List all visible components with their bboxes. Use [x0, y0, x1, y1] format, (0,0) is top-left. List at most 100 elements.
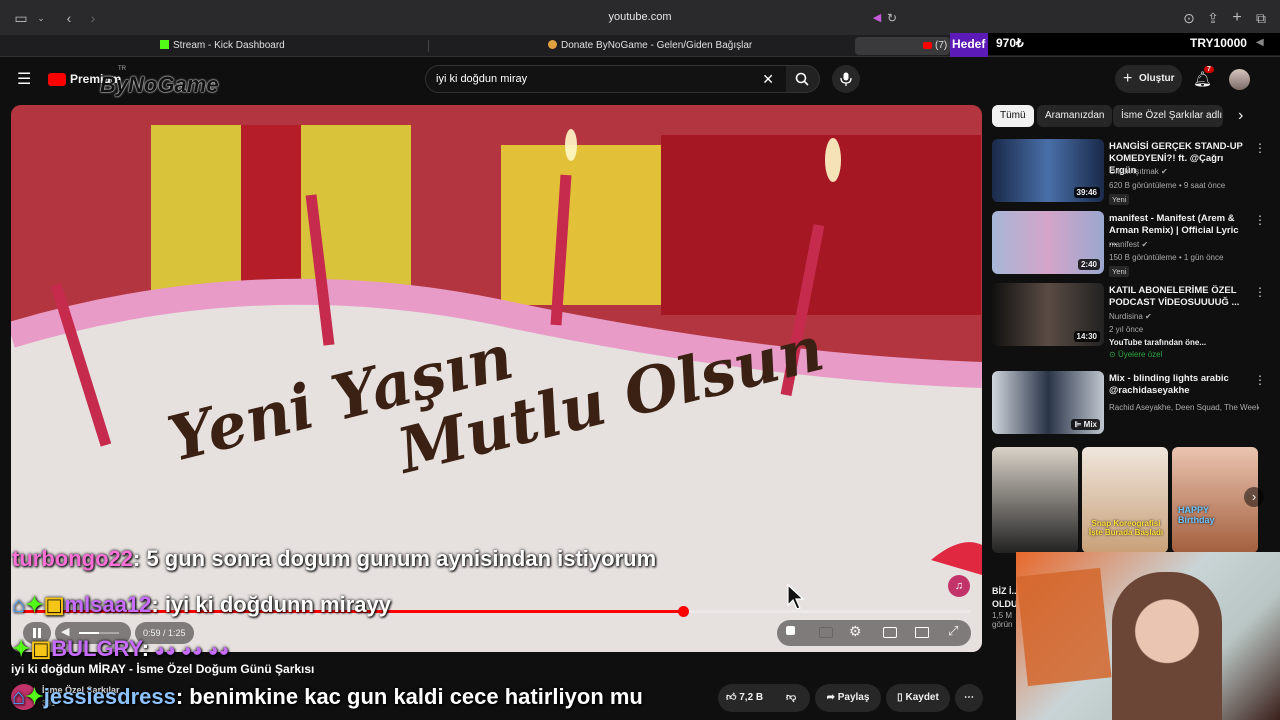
- channel-text: manifest: [1109, 240, 1140, 249]
- save-button[interactable]: ▯ Kaydet: [886, 684, 950, 712]
- dislike-button[interactable]: 👎︎: [786, 684, 796, 712]
- short-item[interactable]: Snap Koreografisi İşte Burada Başladı: [1082, 447, 1168, 553]
- chat-message: ⌂✦▣mlsaa12: iyi ki doğdunn mirayy: [12, 592, 391, 618]
- mix-label: Mix: [1083, 420, 1097, 429]
- badge-text: Üyelere özel: [1117, 350, 1163, 359]
- share-arrow-icon: ➦: [826, 692, 835, 703]
- search-button[interactable]: [786, 65, 820, 93]
- verified-icon: ✔: [1145, 312, 1152, 321]
- video-meta: 150 B görüntüleme • 1 gün önce: [1109, 253, 1224, 262]
- sidebar-toggle-icon[interactable]: ▭: [12, 9, 30, 27]
- channel-name[interactable]: Rachid Aseyakhe, Deen Squad, The Week...: [1109, 403, 1259, 412]
- chat-badges-icon: ✦: [25, 592, 44, 617]
- new-tab-icon[interactable]: +: [1228, 9, 1246, 27]
- chat-badges-icon: ✦: [25, 684, 44, 709]
- menu-icon[interactable]: ☰: [17, 69, 31, 89]
- short-item[interactable]: [992, 447, 1078, 553]
- chip-all[interactable]: Tümü: [992, 105, 1034, 127]
- chat-username: mlsaa12: [64, 592, 152, 617]
- more-options-icon[interactable]: ⋮: [1254, 285, 1266, 299]
- chat-message: ⌂✦jessiesdress: benimkine kac gun kaldi …: [12, 684, 643, 710]
- tab-overview-icon[interactable]: ⧉: [1252, 9, 1270, 27]
- duration-badge: ⊫ Mix: [1071, 419, 1100, 430]
- search-input[interactable]: iyi ki doğdun miray ✕: [425, 65, 787, 93]
- video-thumbnail[interactable]: 39:46: [992, 139, 1104, 202]
- download-icon[interactable]: ⊙: [1180, 9, 1198, 27]
- reload-icon[interactable]: ↻: [883, 9, 901, 27]
- share-button[interactable]: ➦ Paylaş: [815, 684, 881, 712]
- share-icon[interactable]: ⇪: [1204, 9, 1222, 27]
- subtitles-icon[interactable]: [819, 627, 833, 638]
- progress-handle[interactable]: [678, 606, 690, 617]
- settings-gear-icon[interactable]: ⚙: [849, 623, 862, 640]
- tab-kick-dashboard[interactable]: Stream - Kick Dashboard: [160, 37, 285, 55]
- video-title[interactable]: KATIL ABONELERİME ÖZEL PODCAST VİDEOSUUU…: [1109, 285, 1249, 309]
- more-options-icon[interactable]: ⋮: [1254, 213, 1266, 227]
- forward-icon[interactable]: ›: [84, 9, 102, 27]
- autoplay-toggle-icon[interactable]: [786, 626, 795, 635]
- chip-from-search[interactable]: Aramanızdan: [1037, 105, 1113, 127]
- video-thumbnail[interactable]: 14:30: [992, 283, 1104, 346]
- chat-username: turbongo22: [12, 546, 133, 571]
- chevron-right-icon[interactable]: ›: [1238, 107, 1243, 125]
- channel-name[interactable]: manifest ✔: [1109, 240, 1148, 249]
- chip-label: Tümü: [1000, 110, 1026, 121]
- back-icon[interactable]: ‹: [60, 9, 78, 27]
- youtube-play-icon: [48, 73, 66, 86]
- tab-label: Stream - Kick Dashboard: [173, 40, 285, 51]
- miniplayer-icon[interactable]: [883, 627, 897, 638]
- video-meta: 620 B görüntüleme • 9 saat önce: [1109, 181, 1226, 190]
- avatar[interactable]: [1229, 69, 1250, 90]
- chat-username: BULGRY: [51, 636, 142, 661]
- chat-badges-icon: ▣: [43, 592, 65, 617]
- filter-chips: Tümü Aramanızdan İsme Özel Şarkılar adlı…: [992, 105, 1264, 129]
- notification-badge: 7: [1204, 66, 1214, 73]
- mouse-cursor-icon: [787, 584, 805, 610]
- recommendation-item[interactable]: 39:46 HANGİSİ GERÇEK STAND-UP KOMEDYENİ?…: [992, 139, 1266, 205]
- channel-name[interactable]: Orkun Işıtmak ✔: [1109, 167, 1168, 176]
- video-title[interactable]: Mix - blinding lights arabic @rachidasey…: [1109, 373, 1249, 397]
- address-bar[interactable]: youtube.com: [380, 6, 900, 29]
- like-button[interactable]: 👍︎ 7,2 B: [726, 684, 763, 712]
- verified-icon: ✔: [1161, 167, 1168, 176]
- short-caption: Snap Koreografisi İşte Burada Başladı: [1088, 519, 1164, 537]
- clear-search-icon[interactable]: ✕: [762, 66, 774, 92]
- tab-youtube[interactable]: (7): [855, 37, 950, 55]
- recommendation-item[interactable]: 14:30 KATIL ABONELERİME ÖZEL PODCAST VİD…: [992, 283, 1266, 359]
- channel-watermark[interactable]: ♫: [948, 575, 970, 597]
- tab-divider: [428, 40, 429, 52]
- chat-text: : iyi ki doğdunn mirayy: [151, 592, 391, 617]
- create-button[interactable]: + Oluştur: [1115, 65, 1182, 93]
- bynogame-watermark: ByNoGame: [100, 72, 219, 97]
- bookmark-icon: ▯: [897, 692, 903, 703]
- more-options-icon[interactable]: ⋮: [1254, 373, 1266, 387]
- thumbs-up-icon: 👍︎: [726, 692, 737, 703]
- chat-badges-icon: ⌂: [12, 684, 26, 709]
- channel-name[interactable]: Nurdisina ✔: [1109, 312, 1152, 321]
- voice-search-button[interactable]: [832, 65, 860, 93]
- donation-goal-bar: 970₺ TRY10000 ◀: [950, 33, 1280, 55]
- chat-message: turbongo22: 5 gun sonra dogum gunum ayni…: [12, 546, 656, 572]
- chip-channel[interactable]: İsme Özel Şarkılar adlı y: [1113, 105, 1223, 127]
- notifications-button[interactable]: 🔔︎ 7: [1193, 66, 1214, 90]
- donate-icon: [548, 40, 557, 49]
- emote-icons: ◕◕ ◕◕ ◕◕: [149, 640, 230, 660]
- chevron-down-icon[interactable]: ⌄: [32, 9, 50, 27]
- volume-slider[interactable]: [79, 632, 119, 634]
- youtube-tab-icon: [923, 42, 932, 49]
- recommendation-item[interactable]: 2:40 manifest - Manifest (Arem & Arman R…: [992, 211, 1266, 277]
- more-actions-button[interactable]: ⋯: [955, 684, 983, 712]
- screen: ▭ ⌄ ‹ › ≣ youtube.com ◀ ↻ ⊙ ⇪ + ⧉ Stream…: [0, 0, 1280, 720]
- playlist-icon: ⊫: [1074, 420, 1084, 429]
- verified-icon: ✔: [1141, 240, 1149, 249]
- video-thumbnail[interactable]: ⊫ Mix: [992, 371, 1104, 434]
- theater-mode-icon[interactable]: [915, 627, 929, 638]
- video-thumbnail[interactable]: 2:40: [992, 211, 1104, 274]
- tab-label: (7): [935, 40, 948, 51]
- fullscreen-icon[interactable]: ⤢: [948, 623, 958, 639]
- recommendation-item[interactable]: ⊫ Mix Mix - blinding lights arabic @rach…: [992, 371, 1266, 435]
- duration-badge: 2:40: [1077, 259, 1100, 270]
- more-options-icon[interactable]: ⋮: [1254, 141, 1266, 155]
- shorts-next-icon[interactable]: ›: [1244, 487, 1264, 507]
- tab-donate[interactable]: Donate ByNoGame - Gelen/Giden Bağışlar: [548, 37, 752, 55]
